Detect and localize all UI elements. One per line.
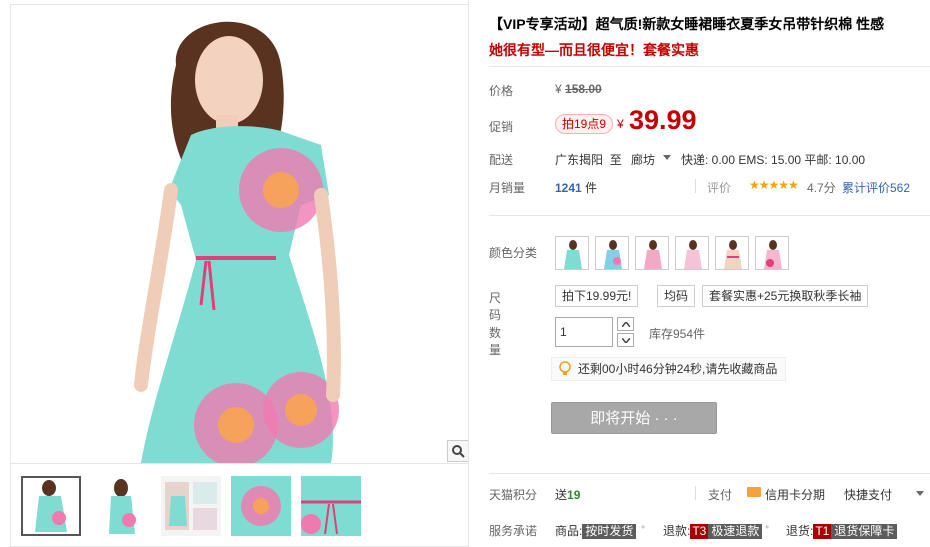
size-option-1[interactable]: 拍下19.99元! [555,285,639,307]
star-rating-icon: ★★★★★ [749,178,799,192]
quantity-increase-button[interactable] [617,317,634,331]
countdown-notice: 还剩00小时46分钟24秒,请先收藏商品 [551,357,787,381]
shipping-fees: 快递: 0.00 EMS: 15.00 平邮: 10.00 [681,153,866,167]
ship-to-select[interactable]: 廊坊 [631,151,655,168]
shipping-label: 配送 [489,153,514,167]
separator-dot: • [765,520,770,534]
thumbnail-3[interactable] [161,476,221,536]
original-price: ¥ 158.00 [555,82,602,96]
color-swatch-6[interactable] [755,236,789,270]
review-count-link[interactable]: 累计评价562 [842,179,910,196]
divider [695,179,696,193]
color-label: 颜色分类 [489,246,538,260]
separator-dot: • [641,520,646,534]
thumbnail-strip [11,463,469,547]
thumbnail-4[interactable] [231,476,291,536]
thumbnail-1[interactable] [21,476,81,536]
tmall-points-value: 送19 [555,488,581,502]
quantity-input[interactable] [555,317,613,347]
credit-card-icon [747,487,761,497]
color-swatch-5[interactable] [715,236,749,270]
promo-label: 促销 [489,120,514,134]
color-swatch-4[interactable] [675,236,709,270]
quantity-label: 数量 [489,326,502,357]
chevron-down-icon[interactable] [663,155,671,160]
points-payment-service-panel: 天猫积分 送19 支付 信用卡分期 快捷支付 服务承诺 商品: 按时发货 • 退款… [489,473,930,539]
chevron-down-icon [621,337,630,343]
product-subtitle: 她很有型—而且很便宜！套餐实惠 [489,42,699,58]
rating-label: 评价 [707,181,732,195]
chevron-down-icon[interactable] [916,491,924,496]
thumbnail-5[interactable] [301,476,361,536]
service-label: 服务承诺 [489,524,538,538]
chevron-up-icon [621,321,630,327]
coming-soon-button[interactable]: 即将开始 · · · [551,402,717,434]
quick-pay-option[interactable]: 快捷支付 [844,486,892,503]
product-info-panel: 【VIP专享活动】超气质!新款女睡裙睡衣夏季女吊带针织棉 性感 她很有型—而且很… [468,0,930,547]
payment-label: 支付 [708,488,733,502]
main-product-image[interactable] [11,5,469,463]
product-title: 【VIP专享活动】超气质!新款女睡裙睡衣夏季女吊带针织棉 性感 [489,16,885,32]
service-shipping[interactable]: 商品: 按时发货 [555,522,637,539]
stock-count: 库存954件 [649,327,706,341]
price-label: 价格 [489,84,514,98]
monthly-sales-value: 1241 件 [555,181,598,195]
size-option-2[interactable]: 均码 [657,285,696,307]
rating-score: 4.7分 [807,181,836,195]
sale-price: 39.99 [629,105,697,135]
ship-from: 广东揭阳 至 [555,153,622,167]
size-option-3[interactable]: 套餐实惠+25元换取秋季长袖 [702,285,869,307]
size-label: 尺码 [489,291,502,322]
product-gallery [10,4,469,547]
service-refund[interactable]: 退款: T3 极速退款 [663,522,763,539]
service-return[interactable]: 退货: T1 退货保障卡 [786,522,898,539]
sale-currency: ¥ [617,117,624,131]
promo-tag: 拍19点9 [555,114,614,134]
tmall-points-label: 天猫积分 [489,488,538,502]
lightbulb-icon [559,361,571,375]
countdown-text: 还剩00小时46分钟24秒,请先收藏商品 [578,362,778,376]
monthly-sales-label: 月销量 [489,181,526,195]
price-panel: 价格 ¥ 158.00 促销 拍19点9 ¥ 39.99 配送 广东揭阳 至 廊… [489,66,930,216]
zoom-icon[interactable] [447,440,469,462]
color-swatch-3[interactable] [635,236,669,270]
color-swatch-1[interactable] [555,236,589,270]
thumbnail-2[interactable] [91,476,151,536]
divider [695,486,696,500]
quantity-decrease-button[interactable] [617,333,634,347]
credit-installment-option[interactable]: 信用卡分期 [765,486,825,503]
model-dress-illustration [11,5,469,463]
color-swatch-2[interactable] [595,236,629,270]
